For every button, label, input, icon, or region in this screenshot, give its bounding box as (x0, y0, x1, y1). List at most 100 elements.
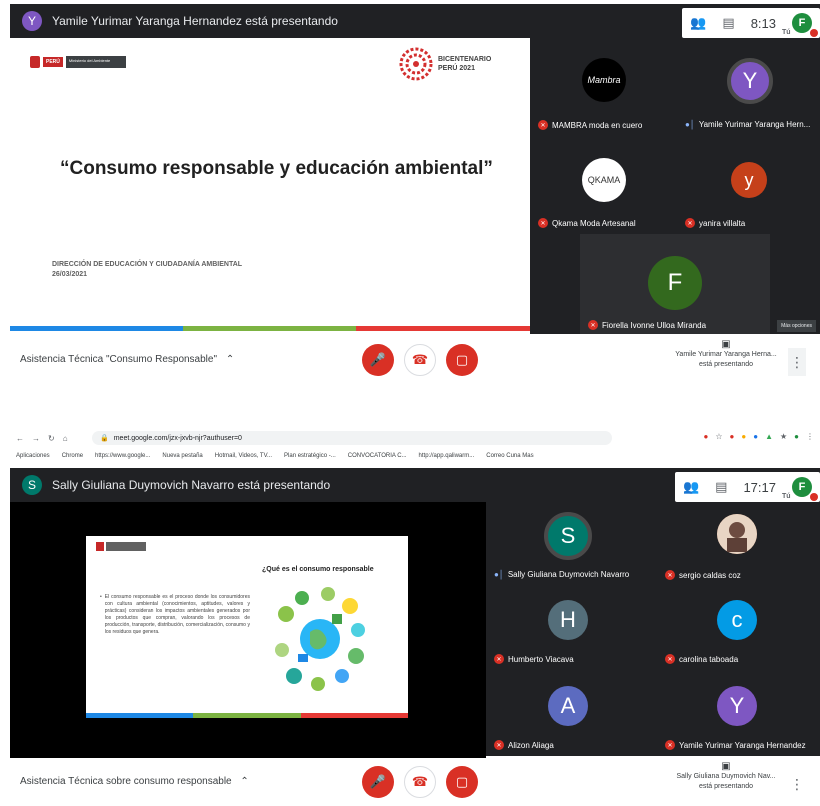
star-icon[interactable]: ☆ (715, 432, 722, 441)
participant-name: Yamile Yurimar Yaranga Hernandez (679, 740, 806, 750)
presenting-text: Yamile Yurimar Yaranga Hernandez está pr… (52, 14, 338, 28)
participant-tile[interactable]: ✕ sergio caldas coz (653, 502, 820, 586)
self-initial: F (798, 481, 806, 493)
participant-name: sergio caldas coz (679, 570, 741, 580)
self-avatar[interactable]: F Tú (782, 477, 818, 501)
top-right-panel: 👥 ▤ 8:13 F Tú (682, 8, 820, 38)
back-icon[interactable]: ← (16, 434, 24, 443)
bookmark-item[interactable]: CONVOCATORIA C... (348, 453, 407, 459)
presenter-avatar: Y (22, 11, 42, 31)
mic-off-icon: ✕ (665, 654, 675, 664)
participant-name: Humberto Viacava (508, 654, 574, 664)
extension-icons: ● ☆ ● ● ● ▲ ★ ● ⋮ (704, 432, 814, 441)
participant-tile[interactable]: A ✕ Alizon Aliaga (486, 670, 653, 756)
leave-call-button[interactable]: ☎ (404, 766, 436, 798)
participant-tile[interactable]: Y ●│ Yamile Yurimar Yaranga Hern... (675, 38, 820, 136)
address-bar[interactable]: 🔒 meet.google.com/jzx-jxvb-njr?authuser=… (92, 431, 612, 445)
ministry-bar (106, 542, 146, 551)
participant-tile[interactable]: S ●│ Sally Giuliana Duymovich Navarro (486, 502, 653, 586)
participant-label: ●│ Sally Giuliana Duymovich Navarro (494, 570, 629, 579)
participant-tile[interactable]: H ✕ Humberto Viacava (486, 586, 653, 670)
ministry-logo (96, 542, 146, 551)
presentation-area: ¿Qué es el consumo responsable • El cons… (10, 502, 486, 758)
bookmark-item[interactable]: Nueva pestaña (162, 453, 202, 459)
presenting-status-text: está presentando (698, 361, 754, 368)
bookmark-item[interactable]: Hotmail, Videos, TV... (215, 453, 272, 459)
camera-toggle-button[interactable]: ▢ (446, 766, 478, 798)
bullet-text: El consumo responsable es el proceso don… (104, 594, 250, 635)
extension-icon[interactable]: ● (730, 432, 735, 441)
mic-toggle-button[interactable]: 🎤 (362, 344, 394, 376)
puzzle-icon[interactable]: ★ (780, 432, 787, 441)
meet-control-bar: Asistencia Técnica "Consumo Responsable"… (10, 336, 820, 384)
participant-avatar: Mambra (582, 58, 626, 102)
profile-icon[interactable]: ● (794, 432, 799, 441)
meeting-details[interactable]: Asistencia Técnica "Consumo Responsable"… (20, 354, 234, 365)
peru-shield-icon (96, 542, 104, 551)
peru-shield-icon (30, 56, 40, 68)
mic-off-icon: ✕ (665, 740, 675, 750)
clock: 17:17 (743, 479, 776, 495)
participant-tile[interactable]: Mambra ✕ MAMBRA moda en cuero (530, 38, 675, 136)
slide-bullet: • El consumo responsable es el proceso d… (100, 594, 250, 636)
bookmark-item[interactable]: Correo Cuna Mas (486, 453, 533, 459)
participant-tile[interactable]: y ✕ yanira villalta (675, 136, 820, 234)
menu-icon[interactable]: ⋮ (806, 432, 814, 441)
chat-icon[interactable]: ▤ (715, 479, 727, 495)
participant-grid: Mambra ✕ MAMBRA moda en cuero Y ●│ Yamil… (530, 38, 820, 334)
bookmark-apps[interactable]: Aplicaciones (16, 453, 50, 459)
presenting-status[interactable]: ▣ Yamile Yurimar Yaranga Herna... está p… (666, 340, 786, 370)
mic-off-icon: 🎤 (369, 774, 387, 789)
people-icon[interactable]: 👥 (690, 15, 706, 31)
bookmark-item[interactable]: https://www.google... (95, 453, 150, 459)
bookmark-item[interactable]: Plan estratégico -... (284, 453, 336, 459)
chat-icon[interactable]: ▤ (722, 15, 734, 31)
ministry-logo: PERÚ Ministerio del Ambiente (30, 56, 126, 68)
leave-call-button[interactable]: ☎ (404, 344, 436, 376)
presenting-banner: Y Yamile Yurimar Yaranga Hernandez está … (10, 4, 635, 38)
participant-avatar: H (548, 600, 588, 640)
speaking-icon: ●│ (494, 570, 504, 579)
slide-footer-date: 26/03/2021 (52, 271, 88, 278)
presenting-status[interactable]: ▣ Sally Giuliana Duymovich Nav... está p… (666, 762, 786, 792)
chevron-up-icon: ⌃ (240, 776, 249, 787)
bicentenario-logo: BICENTENARIO PERÚ 2021 (398, 46, 491, 82)
participant-photo (717, 514, 757, 554)
reload-icon[interactable]: ↻ (48, 434, 55, 443)
participant-label: ✕ yanira villalta (685, 218, 745, 228)
participant-tile[interactable]: F ✕ Fiorella Ivonne Ulloa Miranda (580, 234, 770, 334)
presenter-avatar: S (22, 475, 42, 495)
participant-grid: S ●│ Sally Giuliana Duymovich Navarro ✕ … (486, 502, 820, 756)
present-screen-icon: ▣ (721, 339, 731, 350)
extension-icon[interactable]: ● (741, 432, 746, 441)
participant-tile[interactable]: Y ✕ Yamile Yurimar Yaranga Hernandez (653, 670, 820, 756)
bicentenario-line1: BICENTENARIO (438, 56, 492, 63)
url-text: meet.google.com/jzx-jxvb-njr?authuser=0 (113, 434, 242, 442)
more-options-button[interactable]: Más opciones (777, 320, 816, 332)
participant-avatar: Y (717, 686, 757, 726)
camera-toggle-button[interactable]: ▢ (446, 344, 478, 376)
more-options-icon[interactable]: ⋮ (788, 770, 806, 798)
home-icon[interactable]: ⌂ (63, 434, 68, 443)
bookmark-item[interactable]: http://app.qaliwarm... (419, 453, 475, 459)
participant-tile[interactable]: c ✕ carolina taboada (653, 586, 820, 670)
participant-tile[interactable]: QKAMA ✕ Qkama Moda Artesanal (530, 136, 675, 234)
meeting-title: Asistencia Técnica sobre consumo respons… (20, 776, 232, 787)
bookmark-item[interactable]: Chrome (62, 453, 83, 459)
mic-toggle-button[interactable]: 🎤 (362, 766, 394, 798)
presenting-status-text: está presentando (698, 783, 754, 790)
extension-icon[interactable]: ▲ (765, 432, 773, 441)
self-avatar[interactable]: F Tú (782, 13, 818, 37)
extension-icon[interactable]: ● (704, 432, 709, 441)
forward-icon[interactable]: → (32, 434, 40, 443)
stripe-blue (86, 713, 193, 718)
mic-off-icon: ✕ (538, 120, 548, 130)
mic-off-icon: ✕ (665, 570, 675, 580)
more-options-icon[interactable]: ⋮ (788, 348, 806, 376)
extension-icon[interactable]: ● (753, 432, 758, 441)
participant-label: ✕ sergio caldas coz (665, 570, 741, 580)
participant-avatar: y (731, 162, 767, 198)
people-icon[interactable]: 👥 (683, 479, 699, 495)
presenting-name: Yamile Yurimar Yaranga Herna... (675, 351, 777, 358)
meeting-details[interactable]: Asistencia Técnica sobre consumo respons… (20, 776, 249, 787)
